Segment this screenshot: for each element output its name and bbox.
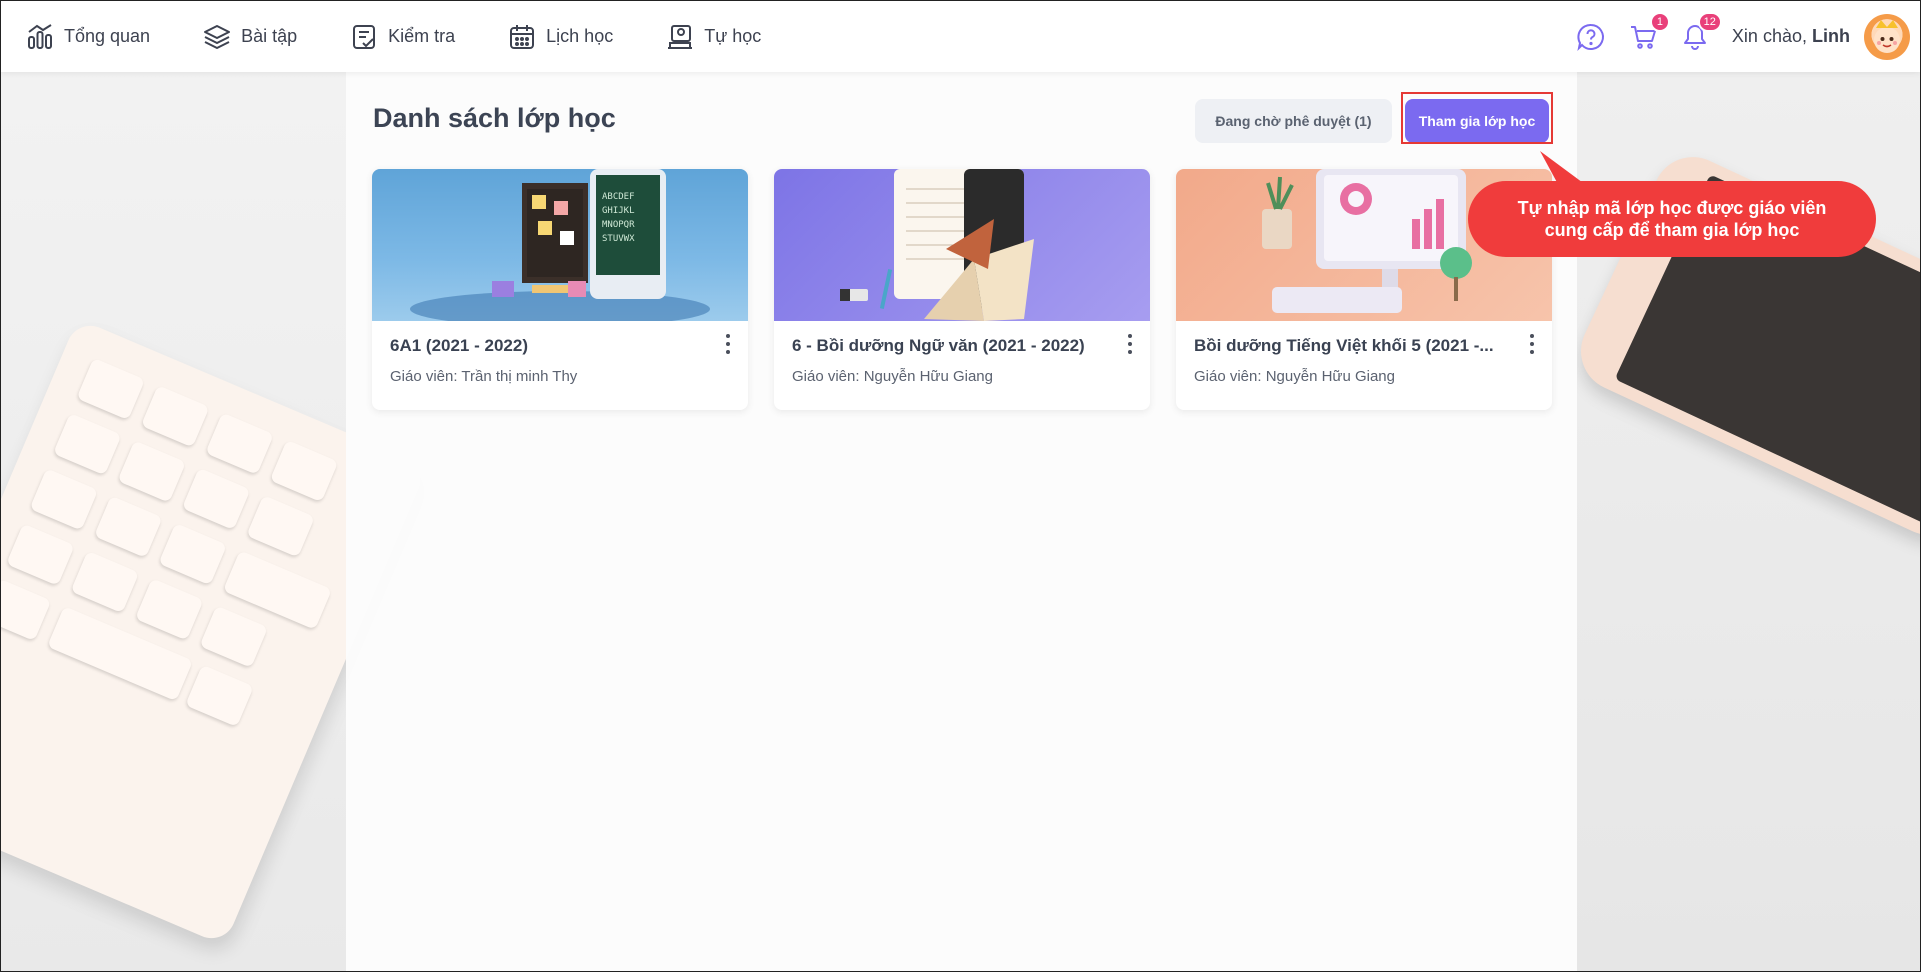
nav-label: Kiểm tra: [388, 26, 456, 46]
nav-label: Tổng quan: [64, 26, 151, 46]
nav-item-tests[interactable]: Kiểm tra: [349, 1, 455, 72]
more-options-icon[interactable]: [718, 329, 738, 359]
join-class-button[interactable]: Tham gia lớp học: [1405, 99, 1549, 143]
user-name: Linh: [1812, 26, 1850, 46]
class-teacher: Giáo viên: Nguyễn Hữu Giang: [1194, 368, 1395, 385]
layers-icon: [204, 24, 231, 49]
chart-bars-icon: [28, 23, 52, 49]
help-bubble-icon: [1577, 23, 1604, 51]
user-avatar[interactable]: [1864, 13, 1910, 60]
nav-item-schedule[interactable]: Lịch học: [507, 1, 613, 72]
more-options-icon[interactable]: [1522, 329, 1542, 359]
more-options-icon[interactable]: [1120, 329, 1140, 359]
notification-badge: 12: [1697, 11, 1722, 32]
notification-button[interactable]: 12: [1678, 11, 1722, 54]
books-illustration-art: [840, 169, 1034, 321]
avatar-character-icon: [1874, 19, 1900, 53]
header-actions: 1 12 Xin chào, Linh: [1574, 1, 1920, 72]
class-teacher: Giáo viên: Nguyễn Hữu Giang: [792, 368, 993, 385]
classroom-illustration-art: ABCDEF GHIJKL MNOPQR STUVWX: [410, 169, 710, 321]
cart-badge: 1: [1649, 11, 1670, 32]
greeting-text: Xin chào,: [1731, 26, 1807, 46]
class-card-list: ABCDEF GHIJKL MNOPQR STUVWX 6A1 (2021 - …: [372, 169, 1552, 410]
class-card[interactable]: ABCDEF GHIJKL MNOPQR STUVWX 6A1 (2021 - …: [372, 169, 748, 410]
class-title: Bồi dưỡng Tiếng Việt khối 5 (2021 -...: [1194, 336, 1494, 355]
svg-text:ABCDEF: ABCDEF: [602, 192, 635, 202]
cart-button[interactable]: 1: [1626, 11, 1670, 54]
svg-text:GHIJKL: GHIJKL: [602, 206, 635, 216]
books-illustration: [774, 169, 1150, 321]
nav-item-exercises[interactable]: Bài tập: [202, 1, 297, 72]
class-title: 6 - Bồi dưỡng Ngữ văn (2021 - 2022): [792, 336, 1085, 355]
nav-item-overview[interactable]: Tổng quan: [25, 1, 150, 72]
join-class-tooltip: Tự nhập mã lớp học được giáo viên cung c…: [1468, 181, 1876, 257]
test-sheet-icon: [353, 24, 376, 49]
class-teacher: Giáo viên: Trần thị minh Thy: [390, 368, 578, 385]
nav-label: Lịch học: [546, 26, 614, 46]
svg-text:MNOPQR: MNOPQR: [602, 220, 635, 230]
self-study-icon: [668, 24, 693, 49]
calendar-icon: [510, 24, 535, 49]
top-navigation-bar: Tổng quan Bài tập Kiểm tra Lịch học Tự h…: [1, 1, 1920, 72]
app-window: Tổng quan Bài tập Kiểm tra Lịch học Tự h…: [0, 0, 1921, 972]
pending-approval-button[interactable]: Đang chờ phê duyệt (1): [1195, 99, 1392, 143]
svg-text:STUVWX: STUVWX: [602, 234, 635, 244]
classroom-illustration: ABCDEF GHIJKL MNOPQR STUVWX: [372, 169, 748, 321]
greeting: Xin chào, Linh: [1732, 26, 1850, 47]
class-title: 6A1 (2021 - 2022): [390, 336, 528, 355]
class-card[interactable]: 6 - Bồi dưỡng Ngữ văn (2021 - 2022) Giáo…: [774, 169, 1150, 410]
nav-label: Bài tập: [241, 26, 298, 46]
help-button[interactable]: [1574, 20, 1608, 54]
nav-label: Tự học: [704, 26, 762, 46]
main-content: Danh sách lớp học Đang chờ phê duyệt (1)…: [346, 72, 1577, 971]
page-title: Danh sách lớp học: [373, 103, 616, 133]
nav-item-self-study[interactable]: Tự học: [665, 1, 761, 72]
background-left: [1, 72, 428, 971]
